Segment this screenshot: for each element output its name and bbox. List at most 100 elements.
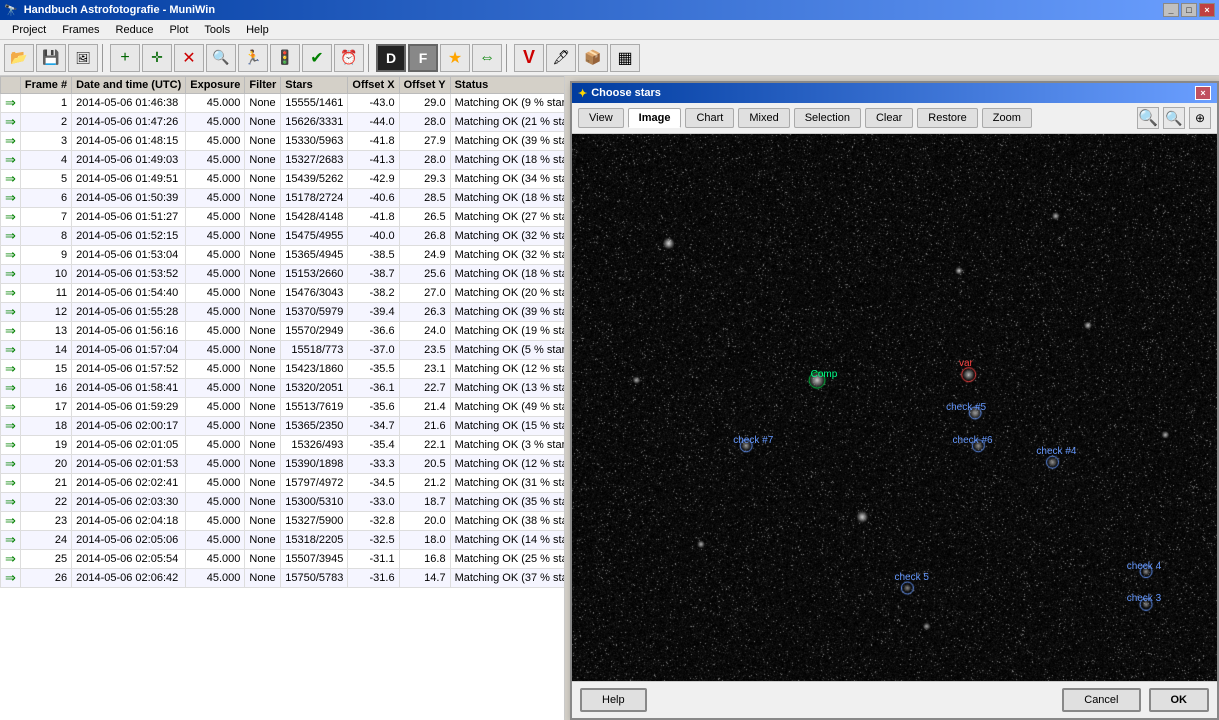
menu-help[interactable]: Help bbox=[238, 22, 277, 38]
table-row[interactable]: ⇒ 11 2014-05-06 01:54:40 45.000 None 154… bbox=[1, 284, 566, 303]
table-row[interactable]: ⇒ 10 2014-05-06 01:53:52 45.000 None 151… bbox=[1, 265, 566, 284]
check-btn[interactable]: ✔ bbox=[302, 44, 332, 72]
delete-btn[interactable]: ✕ bbox=[174, 44, 204, 72]
choose-stars-dialog: ✦ Choose stars × View Image Chart Mixed … bbox=[570, 81, 1219, 720]
tab-zoom[interactable]: Zoom bbox=[982, 108, 1032, 128]
row-exposure: 45.000 bbox=[186, 227, 245, 246]
menu-tools[interactable]: Tools bbox=[196, 22, 238, 38]
arrow-btn[interactable]: ⇔ bbox=[472, 44, 502, 72]
row-offsety: 23.5 bbox=[399, 341, 450, 360]
table-row[interactable]: ⇒ 23 2014-05-06 02:04:18 45.000 None 153… bbox=[1, 512, 566, 531]
row-datetime: 2014-05-06 01:57:52 bbox=[72, 360, 186, 379]
table-row[interactable]: ⇒ 18 2014-05-06 02:00:17 45.000 None 153… bbox=[1, 417, 566, 436]
table-row[interactable]: ⇒ 12 2014-05-06 01:55:28 45.000 None 153… bbox=[1, 303, 566, 322]
dialog-close-btn[interactable]: × bbox=[1195, 86, 1211, 100]
menu-reduce[interactable]: Reduce bbox=[108, 22, 162, 38]
box-btn[interactable]: 📦 bbox=[578, 44, 608, 72]
row-status: Matching OK (19 % stars m bbox=[450, 322, 565, 341]
table-row[interactable]: ⇒ 2 2014-05-06 01:47:26 45.000 None 1562… bbox=[1, 113, 566, 132]
menu-project[interactable]: Project bbox=[4, 22, 54, 38]
col-header-exposure[interactable]: Exposure bbox=[186, 77, 245, 94]
tab-image[interactable]: Image bbox=[628, 108, 682, 128]
maximize-btn[interactable]: □ bbox=[1181, 3, 1197, 17]
tab-clear[interactable]: Clear bbox=[865, 108, 913, 128]
tab-selection[interactable]: Selection bbox=[794, 108, 861, 128]
tab-restore[interactable]: Restore bbox=[917, 108, 978, 128]
table-row[interactable]: ⇒ 21 2014-05-06 02:02:41 45.000 None 157… bbox=[1, 474, 566, 493]
row-offsety: 27.9 bbox=[399, 132, 450, 151]
table-row[interactable]: ⇒ 26 2014-05-06 02:06:42 45.000 None 157… bbox=[1, 569, 566, 588]
row-offsety: 18.7 bbox=[399, 493, 450, 512]
toolbar-separator-3 bbox=[506, 44, 510, 72]
edit-btn[interactable]: ✛ bbox=[142, 44, 172, 72]
ok-button[interactable]: OK bbox=[1149, 688, 1210, 712]
star-btn[interactable]: ★ bbox=[440, 44, 470, 72]
col-header-stars[interactable]: Stars bbox=[281, 77, 348, 94]
table-row[interactable]: ⇒ 24 2014-05-06 02:05:06 45.000 None 153… bbox=[1, 531, 566, 550]
traffic-btn[interactable]: 🚦 bbox=[270, 44, 300, 72]
f-btn[interactable]: F bbox=[408, 44, 438, 72]
table-row[interactable]: ⇒ 19 2014-05-06 02:01:05 45.000 None 153… bbox=[1, 436, 566, 455]
save-btn[interactable]: 💾 bbox=[36, 44, 66, 72]
zoom-in-btn[interactable]: 🔍 bbox=[1137, 107, 1159, 129]
cancel-button[interactable]: Cancel bbox=[1062, 688, 1140, 712]
menu-plot[interactable]: Plot bbox=[161, 22, 196, 38]
pen-btn[interactable]: 🖋 bbox=[546, 44, 576, 72]
main-content: Frame # Date and time (UTC) Exposure Fil… bbox=[0, 76, 1219, 720]
time-btn[interactable]: ⏰ bbox=[334, 44, 364, 72]
tab-mixed[interactable]: Mixed bbox=[738, 108, 789, 128]
row-filter: None bbox=[245, 436, 281, 455]
col-header-filter[interactable]: Filter bbox=[245, 77, 281, 94]
row-datetime: 2014-05-06 01:59:29 bbox=[72, 398, 186, 417]
table-row[interactable]: ⇒ 15 2014-05-06 01:57:52 45.000 None 154… bbox=[1, 360, 566, 379]
d-btn[interactable]: D bbox=[376, 44, 406, 72]
table-row[interactable]: ⇒ 13 2014-05-06 01:56:16 45.000 None 155… bbox=[1, 322, 566, 341]
table-row[interactable]: ⇒ 14 2014-05-06 01:57:04 45.000 None 155… bbox=[1, 341, 566, 360]
menu-frames[interactable]: Frames bbox=[54, 22, 107, 38]
run-btn[interactable]: 🏃 bbox=[238, 44, 268, 72]
close-btn[interactable]: × bbox=[1199, 3, 1215, 17]
grid-btn[interactable]: ▦ bbox=[610, 44, 640, 72]
table-row[interactable]: ⇒ 3 2014-05-06 01:48:15 45.000 None 1533… bbox=[1, 132, 566, 151]
table-row[interactable]: ⇒ 6 2014-05-06 01:50:39 45.000 None 1517… bbox=[1, 189, 566, 208]
table-row[interactable]: ⇒ 5 2014-05-06 01:49:51 45.000 None 1543… bbox=[1, 170, 566, 189]
col-header-frame[interactable]: Frame # bbox=[20, 77, 71, 94]
row-filter: None bbox=[245, 360, 281, 379]
row-filter: None bbox=[245, 322, 281, 341]
table-row[interactable]: ⇒ 17 2014-05-06 01:59:29 45.000 None 155… bbox=[1, 398, 566, 417]
col-header-datetime[interactable]: Date and time (UTC) bbox=[72, 77, 186, 94]
table-row[interactable]: ⇒ 7 2014-05-06 01:51:27 45.000 None 1542… bbox=[1, 208, 566, 227]
row-offsety: 21.2 bbox=[399, 474, 450, 493]
row-frame: 9 bbox=[20, 246, 71, 265]
help-button[interactable]: Help bbox=[580, 688, 647, 712]
row-frame: 15 bbox=[20, 360, 71, 379]
row-frame: 1 bbox=[20, 94, 71, 113]
col-header-offsety[interactable]: Offset Y bbox=[399, 77, 450, 94]
col-header-offsetx[interactable]: Offset X bbox=[348, 77, 399, 94]
row-frame: 3 bbox=[20, 132, 71, 151]
table-row[interactable]: ⇒ 1 2014-05-06 01:46:38 45.000 None 1555… bbox=[1, 94, 566, 113]
row-datetime: 2014-05-06 02:03:30 bbox=[72, 493, 186, 512]
row-icon: ⇒ bbox=[1, 531, 21, 550]
v-btn[interactable]: V bbox=[514, 44, 544, 72]
table-row[interactable]: ⇒ 4 2014-05-06 01:49:03 45.000 None 1532… bbox=[1, 151, 566, 170]
add-btn[interactable]: + bbox=[110, 44, 140, 72]
table-row[interactable]: ⇒ 25 2014-05-06 02:05:54 45.000 None 155… bbox=[1, 550, 566, 569]
minimize-btn[interactable]: _ bbox=[1163, 3, 1179, 17]
open-folder-btn[interactable]: 📂 bbox=[4, 44, 34, 72]
tab-chart[interactable]: Chart bbox=[685, 108, 734, 128]
zoom-out-btn[interactable]: 🔍 bbox=[1163, 107, 1185, 129]
row-offsetx: -40.6 bbox=[348, 189, 399, 208]
table-row[interactable]: ⇒ 9 2014-05-06 01:53:04 45.000 None 1536… bbox=[1, 246, 566, 265]
star-canvas[interactable] bbox=[572, 134, 1217, 681]
table-row[interactable]: ⇒ 16 2014-05-06 01:58:41 45.000 None 153… bbox=[1, 379, 566, 398]
col-header-status[interactable]: Status bbox=[450, 77, 565, 94]
tab-view[interactable]: View bbox=[578, 108, 624, 128]
app-icon: 🔭 bbox=[4, 4, 18, 17]
table-row[interactable]: ⇒ 20 2014-05-06 02:01:53 45.000 None 153… bbox=[1, 455, 566, 474]
table-row[interactable]: ⇒ 22 2014-05-06 02:03:30 45.000 None 153… bbox=[1, 493, 566, 512]
table-row[interactable]: ⇒ 8 2014-05-06 01:52:15 45.000 None 1547… bbox=[1, 227, 566, 246]
search-btn[interactable]: 🔍 bbox=[206, 44, 236, 72]
zoom-fit-btn[interactable]: ⊕ bbox=[1189, 107, 1211, 129]
image-btn[interactable]: 🖼 bbox=[68, 44, 98, 72]
